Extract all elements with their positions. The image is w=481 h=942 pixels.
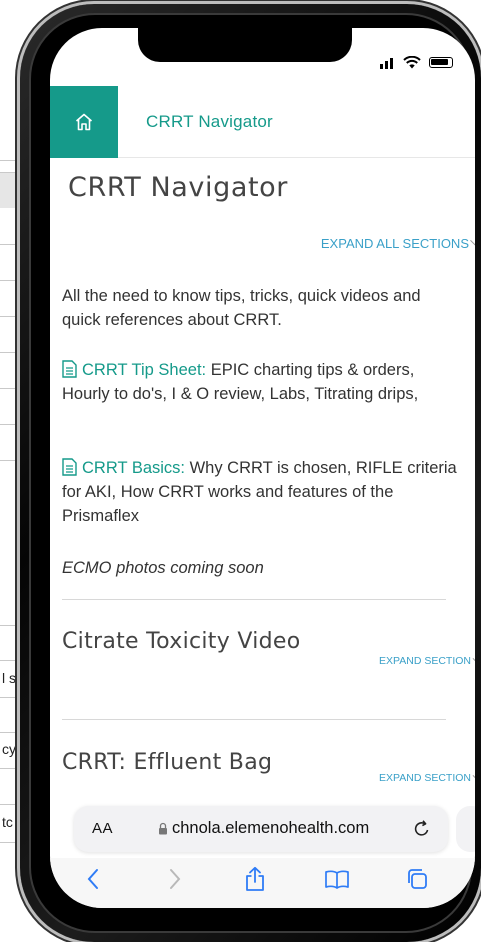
document-icon xyxy=(62,458,77,476)
lock-icon xyxy=(159,822,167,835)
reload-icon[interactable] xyxy=(412,819,432,839)
section-title-citrate[interactable]: Citrate Toxicity Video xyxy=(62,629,300,654)
expand-section-button[interactable]: EXPAND SECTION xyxy=(379,770,475,784)
tabs-button[interactable] xyxy=(402,864,432,894)
expand-section-label: EXPAND SECTION xyxy=(379,655,471,667)
expand-all-label: EXPAND ALL SECTIONS xyxy=(320,236,469,251)
next-tab-preview[interactable] xyxy=(456,806,475,852)
text-size-button[interactable]: AA xyxy=(92,820,113,837)
section-divider xyxy=(62,599,446,600)
bookmarks-button[interactable] xyxy=(322,864,352,894)
document-icon xyxy=(62,360,77,378)
section-divider xyxy=(62,719,446,720)
ecmo-note: ECMO photos coming soon xyxy=(62,559,264,577)
wifi-icon xyxy=(403,56,421,69)
share-button[interactable] xyxy=(240,864,270,894)
book-icon xyxy=(325,870,349,889)
home-button[interactable] xyxy=(50,86,118,158)
chevron-right-icon xyxy=(170,869,181,889)
background-text: tc xyxy=(2,814,13,830)
basics-item: CRRT Basics: Why CRRT is chosen, RIFLE c… xyxy=(62,456,460,528)
tip-sheet-item: CRRT Tip Sheet: EPIC charting tips & ord… xyxy=(62,358,460,406)
phone-notch xyxy=(138,28,352,62)
status-icons xyxy=(380,56,453,69)
page-content: CRRT Navigator EXPAND ALL SECTIONS All t… xyxy=(50,158,475,798)
battery-icon xyxy=(429,57,453,68)
browser-toolbar xyxy=(50,858,475,908)
expand-all-sections-button[interactable]: EXPAND ALL SECTIONS xyxy=(320,234,475,251)
home-icon xyxy=(75,113,93,131)
section-title-effluent[interactable]: CRRT: Effluent Bag xyxy=(62,748,272,778)
basics-link[interactable]: CRRT Basics: xyxy=(82,459,185,477)
chevron-down-icon xyxy=(472,770,475,781)
url-text[interactable]: chnola.elemenohealth.com xyxy=(172,819,369,838)
back-button[interactable] xyxy=(78,864,108,894)
chevron-down-icon xyxy=(472,653,475,664)
expand-section-button[interactable]: EXPAND SECTION xyxy=(379,653,475,667)
intro-text: All the need to know tips, tricks, quick… xyxy=(62,287,421,329)
tabs-icon xyxy=(408,869,427,889)
cellular-signal-icon xyxy=(380,57,395,69)
header-title: CRRT Navigator xyxy=(146,112,273,131)
share-icon xyxy=(246,866,264,891)
background-text: cy xyxy=(2,741,16,757)
chevron-left-icon xyxy=(87,869,98,889)
forward-button[interactable] xyxy=(160,864,190,894)
tip-sheet-link[interactable]: CRRT Tip Sheet: xyxy=(82,361,206,379)
phone-screen: CRRT Navigator CRRT Navigator EXPAND ALL… xyxy=(50,28,475,908)
page-title: CRRT Navigator xyxy=(68,172,288,203)
chevron-down-icon xyxy=(470,234,475,248)
app-header: CRRT Navigator xyxy=(50,86,475,158)
browser-address-bar[interactable]: AA chnola.elemenohealth.com xyxy=(74,806,448,852)
expand-section-label: EXPAND SECTION xyxy=(379,772,471,784)
phone-frame: CRRT Navigator CRRT Navigator EXPAND ALL… xyxy=(20,4,481,942)
